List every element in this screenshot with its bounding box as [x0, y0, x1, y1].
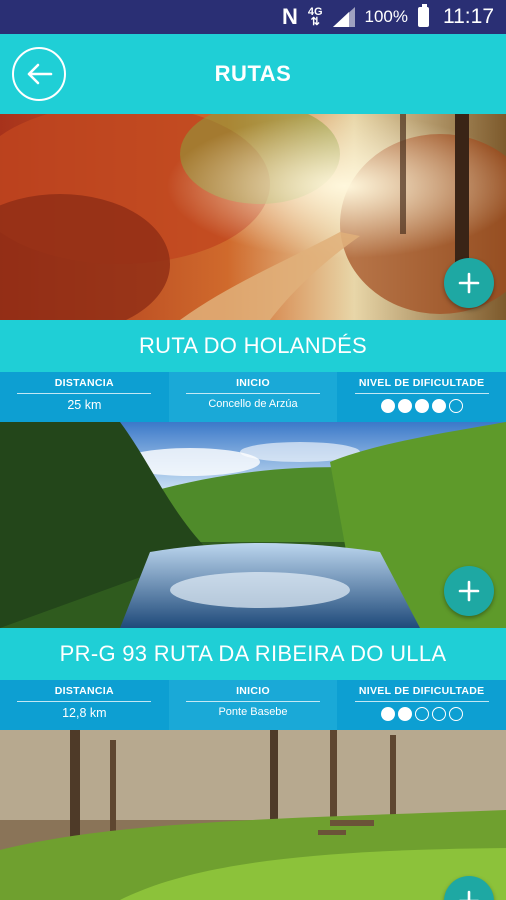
difficulty-dot-filled — [431, 399, 446, 413]
route-card[interactable] — [0, 730, 506, 900]
route-title-bar[interactable]: PR-G 93 RUTA DA RIBEIRA DO ULLA — [0, 628, 506, 680]
start-value: Concello de Arzúa — [208, 398, 298, 410]
back-button[interactable] — [12, 47, 66, 101]
distance-column: DISTANCIA 25 km — [0, 372, 169, 422]
difficulty-rating — [380, 707, 463, 721]
start-label: INICIO — [236, 377, 270, 389]
route-info: DISTANCIA 25 km INICIO Concello de Arzúa… — [0, 372, 506, 422]
distance-value: 25 km — [67, 398, 102, 412]
distance-label: DISTANCIA — [54, 377, 114, 389]
status-bar: N 4G ⇅ 100% 11:17 — [0, 0, 506, 34]
route-photo[interactable] — [0, 422, 506, 628]
difficulty-dot-filled — [397, 399, 412, 413]
status-time: 11:17 — [443, 5, 494, 28]
start-column: INICIO Concello de Arzúa — [168, 372, 338, 422]
difficulty-dot-filled — [397, 707, 412, 721]
difficulty-dot-filled — [380, 707, 395, 721]
difficulty-column: NIVEL DE DIFICULTADE — [337, 372, 506, 422]
plus-icon — [458, 580, 480, 602]
distance-value: 12,8 km — [62, 706, 107, 720]
battery-icon — [418, 4, 429, 27]
difficulty-dot-filled — [414, 399, 429, 413]
route-info: DISTANCIA 12,8 km INICIO Ponte Basebe NI… — [0, 680, 506, 730]
app-bar: RUTAS — [0, 34, 506, 114]
signal-icon — [332, 7, 355, 27]
back-arrow-icon — [27, 63, 53, 85]
nfc-icon: N — [281, 4, 298, 29]
autumn-forest-image — [0, 114, 506, 320]
difficulty-dot-filled — [380, 399, 395, 413]
woodland-picnic-image — [0, 730, 506, 900]
route-card[interactable]: PR-G 93 RUTA DA RIBEIRA DO ULLA DISTANCI… — [0, 422, 506, 730]
plus-icon — [458, 272, 480, 294]
difficulty-label: NIVEL DE DIFICULTADE — [358, 685, 485, 697]
route-title: PR-G 93 RUTA DA RIBEIRA DO ULLA — [59, 641, 447, 666]
route-title-bar[interactable]: RUTA DO HOLANDÉS — [0, 320, 506, 372]
route-list: RUTA DO HOLANDÉS DISTANCIA 25 km INICIO … — [0, 114, 506, 900]
route-card[interactable]: RUTA DO HOLANDÉS DISTANCIA 25 km INICIO … — [0, 114, 506, 422]
page-title: RUTAS — [214, 61, 292, 86]
difficulty-dot-empty — [448, 399, 463, 413]
river-forest-image — [0, 422, 506, 628]
battery-percent: 100% — [364, 7, 408, 26]
start-label: INICIO — [236, 685, 270, 697]
route-photo[interactable] — [0, 730, 506, 900]
add-route-button[interactable] — [444, 258, 494, 308]
difficulty-column: NIVEL DE DIFICULTADE — [337, 680, 506, 730]
distance-label: DISTANCIA — [54, 685, 114, 697]
difficulty-label: NIVEL DE DIFICULTADE — [358, 377, 485, 389]
difficulty-rating — [380, 399, 463, 413]
plus-icon — [459, 890, 479, 900]
network-type: 4G ⇅ — [307, 6, 323, 28]
distance-column: DISTANCIA 12,8 km — [0, 680, 169, 730]
start-column: INICIO Ponte Basebe — [168, 680, 338, 730]
route-title: RUTA DO HOLANDÉS — [138, 333, 368, 358]
add-route-button[interactable] — [444, 566, 494, 616]
route-photo[interactable] — [0, 114, 506, 320]
difficulty-dot-empty — [414, 707, 429, 721]
start-value: Ponte Basebe — [218, 706, 288, 718]
difficulty-dot-empty — [448, 707, 463, 721]
difficulty-dot-empty — [431, 707, 446, 721]
